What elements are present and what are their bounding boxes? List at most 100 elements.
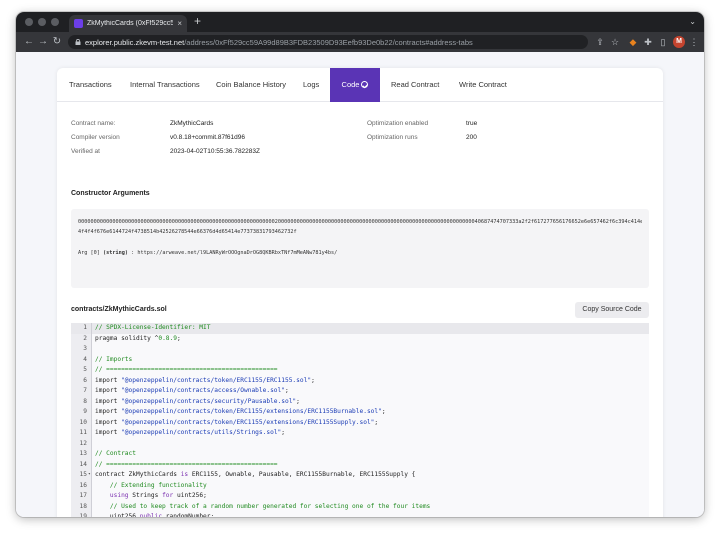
code-text: uint256 public randomNumber; <box>95 513 215 517</box>
code-text: // Used to keep track of a random number… <box>109 502 431 510</box>
gutter-divider <box>91 323 92 334</box>
gutter-divider <box>91 428 92 439</box>
star-icon[interactable]: ☆ <box>609 36 621 48</box>
tab-logs[interactable]: Logs <box>303 68 319 102</box>
line-number: 2 <box>83 334 87 342</box>
url-host: explorer.public.zkevm-test.net <box>85 37 185 47</box>
url-path: /address/0xFf529cc59A99d89B3FDB23509D93E… <box>184 37 473 47</box>
code-text: // Imports <box>95 355 133 363</box>
contract-card: Transactions Internal Transactions Coin … <box>57 68 663 517</box>
constructor-hex-cont: 4f4f4f676e6144724f4738514b42526278544e66… <box>78 229 297 235</box>
tab-search-icon[interactable]: ⌄ <box>689 17 696 26</box>
code-line: 9 import "@openzeppelin/contracts/token/E… <box>71 407 649 418</box>
compiler-version-value: v0.8.18+commit.87f61d96 <box>170 134 245 141</box>
line-number: 17 <box>79 492 87 499</box>
code-line: 5 // ====================================… <box>71 365 649 376</box>
puzzle-extension-icon[interactable]: ✚ <box>642 36 654 48</box>
line-number: 6 <box>83 376 87 384</box>
tab-close-icon[interactable]: × <box>177 19 182 28</box>
line-number: 16 <box>79 481 87 489</box>
new-tab-button[interactable]: + <box>194 14 201 28</box>
code-line: 13 // Contract <box>71 449 649 460</box>
gutter-divider <box>91 375 92 386</box>
line-number: 14 <box>79 460 87 468</box>
page-content: Transactions Internal Transactions Coin … <box>16 52 704 517</box>
gutter-divider <box>91 512 92 517</box>
window-close-dot[interactable] <box>25 18 33 26</box>
constructor-arguments-title: Constructor Arguments <box>71 190 150 197</box>
optimization-enabled-label: Optimization enabled <box>367 120 429 127</box>
code-line: 12 <box>71 438 649 449</box>
line-number: 12 <box>79 439 87 447</box>
tab-write-contract[interactable]: Write Contract <box>459 68 507 102</box>
gutter-divider <box>91 354 92 365</box>
code-line: 11 import "@openzeppelin/contracts/utils/… <box>71 428 649 439</box>
line-number: 1 <box>83 324 87 331</box>
arg-value: : https://arweave.net/l9LANRyWrOOOgnaDrO… <box>128 250 338 256</box>
browser-tab-strip: ZkMythicCards (0xFf529cc59A... × + ⌄ <box>16 12 704 32</box>
gutter-divider <box>91 417 92 428</box>
fox-extension-icon[interactable]: ◆ <box>627 36 639 48</box>
line-number: 10 <box>79 418 87 426</box>
tab-transactions[interactable]: Transactions <box>69 68 112 102</box>
verified-at-value: 2023-04-02T10:55:36.782283Z <box>170 148 260 155</box>
menu-icon[interactable]: ⋮ <box>688 36 700 48</box>
code-text: using Strings for uint256; <box>109 492 207 499</box>
tab-internal-transactions[interactable]: Internal Transactions <box>130 68 200 102</box>
code-text: // =====================================… <box>95 460 278 468</box>
back-icon[interactable]: ← <box>22 36 36 47</box>
line-number: 7 <box>83 387 87 394</box>
gutter-divider <box>91 449 92 460</box>
window-minimize-dot[interactable] <box>38 18 46 26</box>
gutter-divider <box>91 333 92 344</box>
browser-tab[interactable]: ZkMythicCards (0xFf529cc59A... × <box>69 15 187 32</box>
optimization-runs-value: 200 <box>466 134 477 141</box>
code-text: // Contract <box>95 450 136 457</box>
source-code-viewer: 1 // SPDX-License-Identifier: MIT 2 pragma … <box>71 323 649 517</box>
tab-coin-balance-history[interactable]: Coin Balance History <box>216 68 286 102</box>
line-number: 5 <box>83 366 87 373</box>
gutter-divider <box>91 386 92 397</box>
address-bar[interactable]: explorer.public.zkevm-test.net/address/0… <box>68 35 588 49</box>
gutter-divider <box>91 365 92 376</box>
code-text: import "@openzeppelin/contracts/utils/St… <box>95 429 285 436</box>
browser-window: ZkMythicCards (0xFf529cc59A... × + ⌄ ← →… <box>16 12 704 517</box>
tab-code[interactable]: Code <box>330 68 380 102</box>
code-text: // =====================================… <box>95 366 278 373</box>
code-line: 6 import "@openzeppelin/contracts/token/E… <box>71 375 649 386</box>
line-number: 11 <box>79 429 87 436</box>
line-number: 19 <box>79 513 87 517</box>
gutter-divider <box>91 438 92 449</box>
gutter-divider <box>91 480 92 491</box>
code-line: 2 pragma solidity ^0.8.9; <box>71 333 649 344</box>
line-number: 15 <box>79 471 87 478</box>
copy-source-code-button[interactable]: Copy Source Code <box>575 302 649 318</box>
code-line: 16 // Extending functionality <box>71 480 649 491</box>
line-number: 18 <box>79 502 87 510</box>
share-icon[interactable]: ⇪ <box>594 36 606 48</box>
browser-toolbar: ← → ↻ explorer.public.zkevm-test.net/add… <box>16 32 704 52</box>
code-text: import "@openzeppelin/contracts/token/ER… <box>95 418 379 426</box>
code-text: pragma solidity ^0.8.9; <box>95 334 181 342</box>
profile-avatar[interactable]: M <box>673 36 685 48</box>
forward-icon[interactable]: → <box>36 36 50 47</box>
gutter-divider <box>91 470 92 481</box>
decoded-argument: Arg [0] (string) : https://arweave.net/l… <box>78 250 642 256</box>
line-number: 13 <box>79 450 87 457</box>
constructor-arguments-box: 0000000000000000000000000000000000000000… <box>71 209 649 288</box>
sidepanel-icon[interactable]: ▯ <box>657 36 669 48</box>
lock-icon <box>75 39 81 45</box>
code-line: 10 import "@openzeppelin/contracts/token/… <box>71 417 649 428</box>
tab-code-label: Code <box>341 80 360 89</box>
code-line: 15 ▾ contract ZkMythicCards is ERC1155, Ow… <box>71 470 649 481</box>
code-text: contract ZkMythicCards is ERC1155, Ownab… <box>95 471 416 478</box>
code-line: 7 import "@openzeppelin/contracts/access/… <box>71 386 649 397</box>
optimization-runs-label: Optimization runs <box>367 134 418 141</box>
reload-icon[interactable]: ↻ <box>50 36 64 47</box>
tab-read-contract[interactable]: Read Contract <box>391 68 439 102</box>
window-maximize-dot[interactable] <box>51 18 59 26</box>
code-text: // Extending functionality <box>109 481 207 489</box>
line-number: 9 <box>83 408 87 415</box>
code-line: 1 // SPDX-License-Identifier: MIT <box>71 323 649 334</box>
code-line: 17 using Strings for uint256; <box>71 491 649 502</box>
